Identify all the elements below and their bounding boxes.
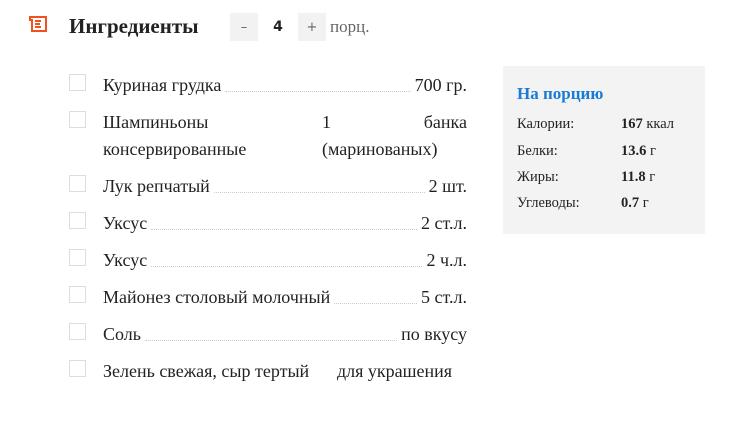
ingredient-name: Шампиньоны консервированные — [103, 112, 247, 159]
nutrition-row: Белки: 13.6 г — [517, 143, 656, 160]
increase-servings-button[interactable]: + — [298, 13, 326, 41]
ingredient-amount: по вкусу — [401, 324, 467, 344]
nutrition-label: Жиры: — [517, 169, 559, 185]
ingredient-name: Куриная грудка — [103, 75, 222, 95]
ingredient-checkbox[interactable] — [69, 212, 86, 229]
ingredient-row: Соль по вкусу — [69, 321, 467, 348]
ingredient-checkbox[interactable] — [69, 360, 86, 377]
ingredient-amount: 2 ст.л. — [421, 213, 467, 233]
ingredient-name: Уксус — [103, 213, 148, 233]
nutrition-row: Калории: 167 ккал — [517, 116, 674, 133]
decrease-servings-button[interactable]: – — [230, 13, 258, 41]
nutrition-unit: г — [642, 195, 649, 211]
ingredient-name: Лук репчатый — [103, 176, 210, 196]
ingredients-list-icon — [29, 16, 47, 32]
ingredient-row: Уксус 2 ст.л. — [69, 210, 467, 237]
ingredient-checkbox[interactable] — [69, 74, 86, 91]
ingredient-checkbox[interactable] — [69, 175, 86, 192]
ingredient-amount: 5 ст.л. — [421, 287, 467, 307]
nutrition-label: Углеводы: — [517, 195, 580, 211]
nutrition-unit: г — [649, 169, 656, 185]
ingredient-row: Уксус 2 ч.л. — [69, 247, 467, 274]
ingredient-amount: 2 ч.л. — [426, 250, 467, 270]
ingredient-row: Лук репчатый 2 шт. — [69, 173, 467, 200]
ingredient-name: Майонез столовый молочный — [103, 287, 331, 307]
servings-stepper: – 4 + порц. — [230, 13, 369, 41]
ingredient-name: Уксус — [103, 250, 148, 270]
ingredient-name: Соль — [103, 324, 141, 344]
ingredient-checkbox[interactable] — [69, 111, 86, 128]
nutrition-value: 0.7 — [621, 195, 640, 211]
nutrition-value: 11.8 — [621, 169, 646, 185]
ingredient-row: Майонез столовый молочный 5 ст.л. — [69, 284, 467, 311]
nutrition-unit: ккал — [646, 116, 675, 132]
nutrition-unit: г — [650, 143, 656, 159]
ingredient-amount: 2 шт. — [428, 176, 467, 196]
ingredient-list: Куриная грудка 700 гр. Шампиньоны консерв… — [69, 72, 467, 395]
nutrition-label: Калории: — [517, 116, 575, 132]
ingredient-checkbox[interactable] — [69, 249, 86, 266]
servings-unit: порц. — [330, 17, 370, 36]
ingredient-amount: для украшения — [337, 361, 453, 381]
nutrition-value: 167 — [621, 116, 643, 132]
nutrition-value: 13.6 — [621, 143, 647, 159]
ingredient-row: Куриная грудка 700 гр. — [69, 72, 467, 99]
ingredient-row: Шампиньоны консервированные 1 банка (мари… — [69, 109, 467, 163]
nutrition-panel: На порцию Калории: 167 ккал Белки: 13.6 г … — [503, 66, 705, 234]
ingredient-row: Зелень свежая, сыр тертый для украшения — [69, 358, 467, 385]
nutrition-label: Белки: — [517, 143, 558, 159]
nutrition-row: Углеводы: 0.7 г — [517, 195, 649, 212]
nutrition-title: На порцию — [517, 84, 604, 103]
ingredient-checkbox[interactable] — [69, 323, 86, 340]
section-title: Ингредиенты — [69, 14, 199, 38]
ingredient-amount: 700 гр. — [414, 75, 467, 95]
ingredient-name: Зелень свежая, сыр тертый — [103, 361, 310, 381]
servings-input[interactable]: 4 — [258, 13, 298, 41]
ingredient-amount: 1 банка (маринованых) — [322, 112, 467, 159]
ingredient-checkbox[interactable] — [69, 286, 86, 303]
nutrition-row: Жиры: 11.8 г — [517, 169, 655, 186]
